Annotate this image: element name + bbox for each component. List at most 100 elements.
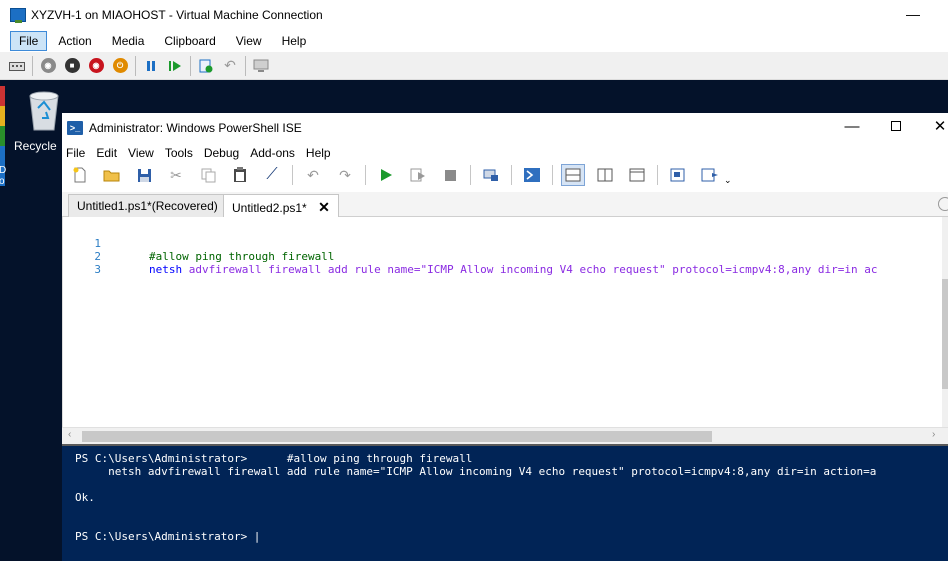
script-editor[interactable]: 1 #allow ping through firewall 2 netsh a… xyxy=(62,217,948,427)
toolbar-separator xyxy=(552,165,553,185)
vm-minimize-button[interactable]: — xyxy=(906,7,920,21)
vm-menu-media[interactable]: Media xyxy=(103,31,154,51)
ctrl-alt-del-icon[interactable] xyxy=(8,57,26,75)
ise-menu-edit[interactable]: Edit xyxy=(96,146,117,160)
vm-connection-icon xyxy=(10,8,26,23)
start-icon[interactable]: ◉ xyxy=(39,57,57,75)
ise-window-title: Administrator: Windows PowerShell ISE xyxy=(89,121,302,135)
tab-label: Untitled2.ps1* xyxy=(232,201,307,215)
vm-window-title: XYZVH-1 on MIAOHOST - Virtual Machine Co… xyxy=(31,8,323,22)
desktop-partial-label: D o xyxy=(0,165,7,187)
ise-menu-file[interactable]: File xyxy=(66,146,85,160)
vm-menu-help[interactable]: Help xyxy=(273,31,316,51)
vm-menu-file[interactable]: File xyxy=(10,31,48,51)
cut-icon[interactable]: ✂ xyxy=(164,164,188,186)
powershell-ise-window: >_ Administrator: Windows PowerShell ISE… xyxy=(62,113,948,561)
editor-line: 1 #allow ping through firewall xyxy=(63,224,334,263)
line-number: 3 xyxy=(94,263,101,276)
tab-label: Untitled1.ps1*(Recovered) xyxy=(77,199,218,213)
editor-vertical-scrollbar[interactable] xyxy=(942,217,948,427)
code-command: netsh xyxy=(149,263,183,276)
toolbar-separator xyxy=(292,165,293,185)
editor-line: 2 netsh advfirewall firewall add rule na… xyxy=(63,237,877,276)
ise-menu-view[interactable]: View xyxy=(128,146,154,160)
editor-horizontal-scroll-thumb[interactable] xyxy=(82,431,712,442)
vm-titlebar: XYZVH-1 on MIAOHOST - Virtual Machine Co… xyxy=(0,0,948,30)
powershell-ise-icon: >_ xyxy=(67,121,83,135)
pause-icon[interactable] xyxy=(142,57,160,75)
script-tab-strip: Untitled1.ps1*(Recovered) Untitled2.ps1*… xyxy=(62,192,948,218)
console-pane[interactable]: PS C:\Users\Administrator> #allow ping t… xyxy=(62,444,948,561)
ise-menubar: File Edit View Tools Debug Add-ons Help xyxy=(62,144,948,162)
enhanced-session-icon[interactable] xyxy=(252,57,270,75)
clear-console-icon[interactable]: ⟋ xyxy=(260,164,284,186)
close-tab-icon[interactable]: ✕ xyxy=(318,199,330,215)
vm-menu-view[interactable]: View xyxy=(227,31,271,51)
vm-menu-clipboard[interactable]: Clipboard xyxy=(155,31,224,51)
save-script-icon[interactable] xyxy=(132,164,156,186)
code-comment: #allow ping through firewall xyxy=(149,250,335,263)
redo-icon[interactable]: ↷ xyxy=(333,164,357,186)
show-command-window-icon[interactable] xyxy=(666,164,690,186)
power-icon[interactable]: ⏻ xyxy=(111,57,129,75)
ise-close-button[interactable]: ✕ xyxy=(932,119,948,134)
show-script-pane-right-icon[interactable] xyxy=(593,164,617,186)
editor-line: 3 xyxy=(63,250,103,276)
toolbar-overflow-icon[interactable]: ⌄ xyxy=(724,175,732,186)
scroll-right-icon[interactable]: › xyxy=(932,429,935,440)
checkpoint-icon[interactable] xyxy=(197,57,215,75)
maximize-icon xyxy=(891,121,901,131)
console-prompt[interactable]: PS C:\Users\Administrator> | xyxy=(75,530,260,543)
editor-horizontal-scrollbar[interactable]: ‹ › xyxy=(62,427,948,444)
ise-menu-debug[interactable]: Debug xyxy=(204,146,239,160)
ise-maximize-button[interactable] xyxy=(888,120,904,134)
revert-icon[interactable]: ↶ xyxy=(221,57,239,75)
start-powershell-icon[interactable] xyxy=(520,164,544,186)
show-script-pane-maximized-icon[interactable] xyxy=(625,164,649,186)
show-command-addon-icon[interactable] xyxy=(698,164,722,186)
toolbar-separator xyxy=(32,55,33,76)
toolbar-separator xyxy=(135,55,136,76)
recycle-bin-label: Recycle xyxy=(14,139,57,153)
code-string: "ICMP Allow incoming V4 echo request" xyxy=(420,263,666,276)
ise-minimize-button[interactable]: — xyxy=(844,119,860,134)
toolbar-separator xyxy=(511,165,512,185)
tab-untitled1[interactable]: Untitled1.ps1*(Recovered) xyxy=(68,194,227,217)
code-arguments: advfirewall firewall add rule name= xyxy=(188,263,421,276)
console-line: PS C:\Users\Administrator> #allow ping t… xyxy=(75,452,473,465)
recycle-bin-icon[interactable] xyxy=(24,88,64,132)
ise-toolbar: ✂ ⟋ ↶ ↷ ⌄ xyxy=(62,162,948,188)
toolbar-separator xyxy=(245,55,246,76)
ise-menu-tools[interactable]: Tools xyxy=(165,146,193,160)
shut-down-icon[interactable]: ◉ xyxy=(87,57,105,75)
show-script-pane-top-icon[interactable] xyxy=(561,164,585,186)
toolbar-separator xyxy=(657,165,658,185)
toolbar-separator xyxy=(365,165,366,185)
turn-off-icon[interactable]: ■ xyxy=(63,57,81,75)
ise-menu-addons[interactable]: Add-ons xyxy=(250,146,295,160)
new-script-icon[interactable] xyxy=(68,164,92,186)
scroll-left-icon[interactable]: ‹ xyxy=(68,429,71,440)
copy-icon[interactable] xyxy=(196,164,220,186)
ise-titlebar: >_ Administrator: Windows PowerShell ISE… xyxy=(62,113,948,143)
run-script-icon[interactable] xyxy=(374,164,398,186)
paste-icon[interactable] xyxy=(228,164,252,186)
toolbar-separator xyxy=(190,55,191,76)
remote-powershell-icon[interactable] xyxy=(479,164,503,186)
ise-menu-help[interactable]: Help xyxy=(306,146,331,160)
stop-operation-icon[interactable] xyxy=(438,164,462,186)
vm-menu-action[interactable]: Action xyxy=(49,31,100,51)
open-script-icon[interactable] xyxy=(100,164,124,186)
undo-icon[interactable]: ↶ xyxy=(301,164,325,186)
code-line-2: netsh advfirewall firewall add rule name… xyxy=(149,263,878,276)
tab-untitled2[interactable]: Untitled2.ps1* ✕ xyxy=(223,194,339,218)
vm-menubar: File Action Media Clipboard View Help xyxy=(0,30,948,52)
editor-vertical-scroll-thumb[interactable] xyxy=(942,279,948,389)
resume-icon[interactable] xyxy=(166,57,184,75)
vm-toolbar: ◉ ■ ◉ ⏻ ↶ xyxy=(0,52,948,80)
code-arguments-rest: protocol=icmpv4:8,any dir=in ac xyxy=(672,263,878,276)
tab-scroll-icon[interactable] xyxy=(938,197,948,211)
console-line: netsh advfirewall firewall add rule name… xyxy=(75,465,877,478)
toolbar-separator xyxy=(470,165,471,185)
run-selection-icon[interactable] xyxy=(406,164,430,186)
